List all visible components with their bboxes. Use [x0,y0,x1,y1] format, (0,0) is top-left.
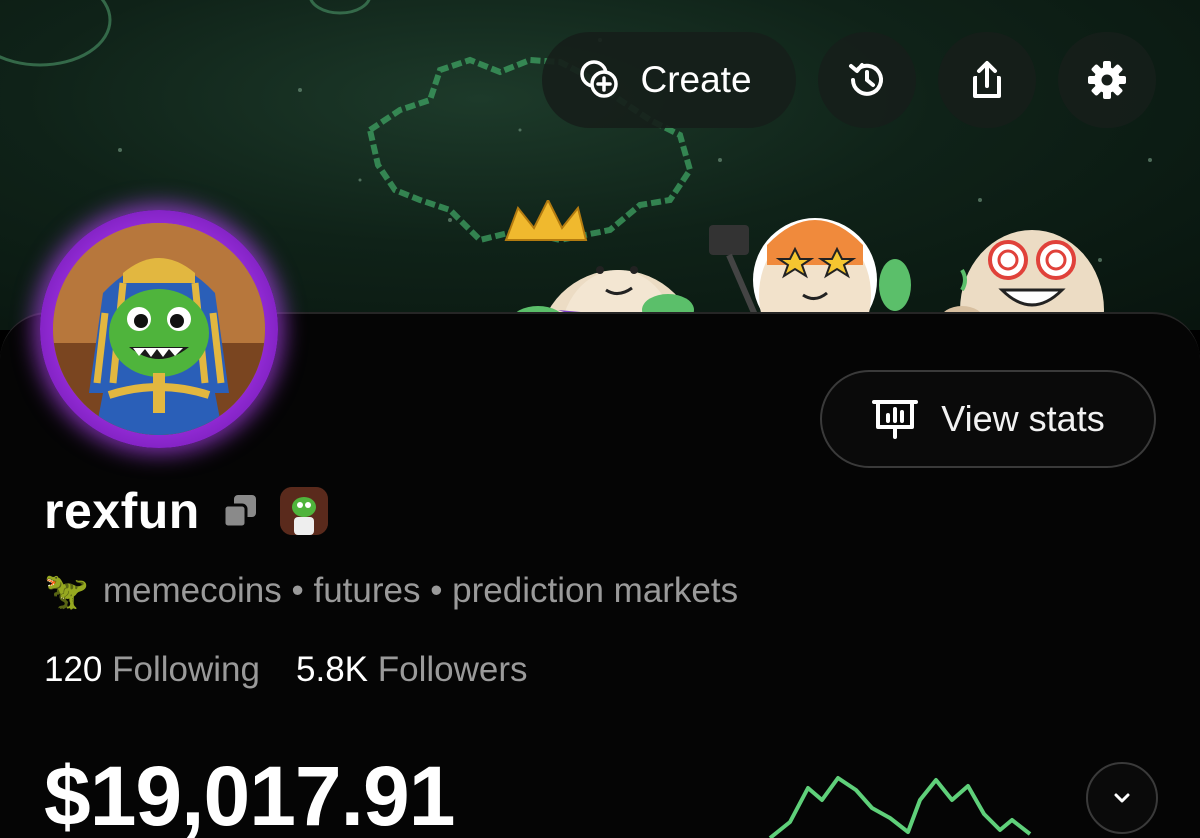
mascot-king [504,200,696,330]
following-count: 120 [44,650,103,689]
settings-gear-icon [1088,61,1126,99]
follow-stats: 120 Following 5.8K Followers [44,650,528,690]
balance-sparkline [768,776,1032,838]
view-stats-button[interactable]: View stats [820,370,1156,468]
followers-count: 5.8K [296,650,368,689]
username-row: rexfun [44,482,328,540]
dinosaur-icon: 🦖 [44,570,89,611]
copy-icon[interactable] [222,493,258,529]
mascot-selfie [709,218,911,330]
linked-account-badge[interactable] [279,487,328,535]
following-label: Following [112,650,260,689]
chevron-down-icon [1114,793,1130,803]
username: rexfun [44,483,200,539]
following-link[interactable]: 120 Following [44,650,260,690]
expand-chart-button[interactable] [1086,762,1158,834]
create-plus-icon [580,60,619,98]
create-button[interactable]: Create [542,32,796,128]
share-button[interactable] [938,32,1036,128]
portfolio-balance: $19,017.91 [44,749,455,838]
header-actions: Create [542,32,1156,128]
create-label: Create [640,59,752,100]
mascot-hypno [940,230,1104,330]
share-icon [973,61,1001,98]
history-button[interactable] [818,32,916,128]
history-icon [849,63,883,96]
followers-label: Followers [377,650,528,689]
profile-avatar-ring[interactable] [40,210,278,448]
pharaoh-dino-avatar-icon [53,223,265,435]
profile-bio: 🦖 memecoins • futures • prediction marke… [44,570,738,612]
view-stats-label: View stats [941,398,1105,439]
dino-badge-icon [279,487,328,535]
profile-avatar [53,223,265,435]
followers-link[interactable]: 5.8K Followers [296,650,528,690]
bio-text: memecoins • futures • prediction markets [102,571,739,610]
settings-button[interactable] [1058,32,1156,128]
presentation-chart-icon [872,400,919,439]
